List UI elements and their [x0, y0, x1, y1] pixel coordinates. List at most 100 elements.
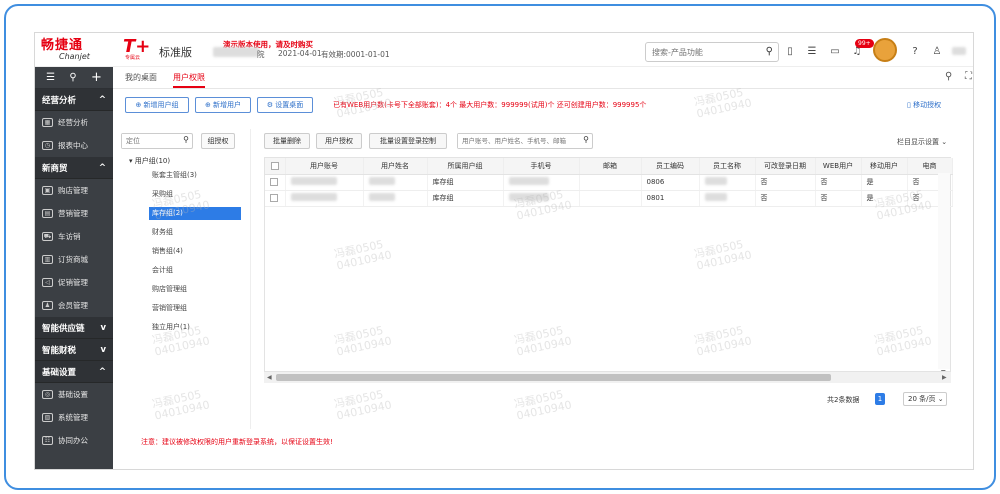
menu-icon: ♟	[42, 301, 53, 310]
sidebar-add-icon[interactable]: +	[91, 70, 102, 85]
table-row[interactable]: 库存组 0806 否否是否	[265, 174, 953, 191]
sidebar-item[interactable]: ▦ 经营分析	[35, 111, 113, 134]
set-desktop-button[interactable]: ⚙ 设置桌面	[257, 97, 313, 113]
task-list-icon[interactable]: ☰	[805, 45, 819, 59]
fullscreen-icon[interactable]: ⛶	[965, 71, 972, 82]
table-row[interactable]: 库存组 0801 否否是否	[265, 190, 953, 207]
tree-root[interactable]: ▾ 用户组(10)	[129, 156, 170, 166]
menu-icon: ⛟	[42, 232, 53, 241]
table-cell	[579, 174, 642, 191]
user-search-input[interactable]	[458, 134, 576, 148]
column-header[interactable]: 邮箱	[579, 158, 642, 175]
tab-user-permission[interactable]: 用户权限	[173, 72, 205, 88]
logo-en: Chanjet	[59, 52, 90, 61]
search-icon[interactable]: ⚲	[183, 135, 189, 144]
sidebar-item[interactable]: ▣ 购店管理	[35, 179, 113, 202]
sidebar-item[interactable]: ☷ 协同办公	[35, 429, 113, 452]
phone-icon[interactable]: ▯	[783, 45, 797, 59]
group-auth-button[interactable]: 组授权	[201, 133, 235, 149]
column-header[interactable]: WEB用户	[815, 158, 862, 175]
add-user-label: 新增用户	[213, 101, 242, 109]
sidebar-item[interactable]: ▧ 系统管理	[35, 406, 113, 429]
horizontal-scrollbar[interactable]: ◀ ▶	[264, 371, 951, 383]
sidebar-search-icon[interactable]: ⚲	[69, 72, 76, 83]
menu-toggle-icon[interactable]: ☰	[46, 72, 55, 83]
column-header[interactable]: 员工编码	[641, 158, 700, 175]
batch-login-control-button[interactable]: 批量设置登录控制	[369, 133, 447, 149]
tree-node[interactable]: 销售组(4)	[149, 245, 241, 258]
sidebar-item[interactable]: ◁ 促销管理	[35, 271, 113, 294]
vertical-scrollbar[interactable]: ▼	[938, 173, 950, 376]
sidebar-item-label: 基础设置	[58, 390, 88, 399]
select-all-checkbox[interactable]	[265, 158, 286, 175]
scroll-left-icon[interactable]: ◀	[267, 374, 272, 381]
tplus-mark: T+	[123, 36, 151, 57]
tree-node[interactable]: 购店管理组	[149, 283, 241, 296]
scroll-right-icon[interactable]: ▶	[942, 374, 947, 381]
search-icon[interactable]: ⚲	[583, 135, 589, 144]
chevron-icon: ^	[98, 94, 106, 105]
sidebar-section[interactable]: 基础设置 ^	[35, 361, 113, 383]
sidebar-section[interactable]: 经营分析 ^	[35, 89, 113, 111]
table-cell: 库存组	[427, 174, 504, 191]
tplus-logo: T+ 专属云	[123, 36, 157, 63]
search-icon[interactable]: ⚲	[766, 46, 773, 57]
tree-node[interactable]: 独立用户(1)	[149, 321, 241, 334]
sidebar-item[interactable]: ▥ 订货商城	[35, 248, 113, 271]
sidebar-item[interactable]: ◷ 报表中心	[35, 134, 113, 157]
tab-my-desktop[interactable]: 我的桌面	[125, 72, 157, 83]
redacted-cell	[699, 174, 756, 191]
sidebar-section[interactable]: 智能供应链 v	[35, 317, 113, 339]
group-search[interactable]: ⚲	[121, 133, 193, 149]
sidebar-section[interactable]: 智能财税 v	[35, 339, 113, 361]
row-checkbox[interactable]	[265, 174, 286, 191]
product-search[interactable]: ⚲	[645, 42, 779, 62]
column-settings[interactable]: 栏目显示设置 ⌄	[897, 137, 947, 147]
tree-node[interactable]: 账套主管组(3)	[149, 169, 241, 182]
page-size-select[interactable]: 20 条/页 ⌄	[903, 392, 947, 406]
sidebar-section[interactable]: 新商贸 ^	[35, 157, 113, 179]
column-header[interactable]: 员工名称	[699, 158, 756, 175]
column-header[interactable]: 用户姓名	[363, 158, 428, 175]
user-search[interactable]: ⚲	[457, 133, 593, 149]
redacted-cell	[285, 174, 364, 191]
sidebar-item[interactable]: ♟ 会员管理	[35, 294, 113, 317]
mobile-auth-link[interactable]: ▯ 移动授权	[907, 100, 941, 110]
table-cell: 否	[815, 190, 862, 207]
sidebar-item[interactable]: ⛟ 车访销	[35, 225, 113, 248]
row-checkbox[interactable]	[265, 190, 286, 207]
menu-icon: ▦	[42, 118, 53, 127]
monitor-icon[interactable]: ▭	[828, 45, 842, 59]
column-header[interactable]: 移动用户	[861, 158, 908, 175]
page-1-button[interactable]: 1	[875, 393, 885, 405]
tree-node[interactable]: 财务组	[149, 226, 241, 239]
set-desktop-label: 设置桌面	[275, 101, 304, 109]
column-header[interactable]: 手机号	[503, 158, 580, 175]
group-search-input[interactable]	[122, 134, 178, 148]
column-header[interactable]: 电商	[907, 158, 953, 175]
table-header: 用户账号 用户姓名 所属用户组 手机号 邮箱 员工编码 员工名称 可改登录日期 WEB用户 移动用…	[265, 158, 953, 175]
horizontal-scroll-thumb[interactable]	[276, 374, 831, 381]
help-icon[interactable]: ?	[908, 45, 922, 59]
column-header[interactable]: 可改登录日期	[755, 158, 816, 175]
user-name-redacted[interactable]	[952, 47, 966, 55]
tree-node[interactable]: 会计组	[149, 264, 241, 277]
user-icon[interactable]: ♙	[930, 45, 944, 59]
search-icon[interactable]: ⚲	[945, 71, 952, 82]
add-group-button[interactable]: ⊕ 新增用户组	[125, 97, 189, 113]
tree-node[interactable]: 采购组	[149, 188, 241, 201]
add-user-button[interactable]: ⊕ 新增用户	[195, 97, 251, 113]
column-header[interactable]: 所属用户组	[427, 158, 504, 175]
sidebar-item[interactable]: ◎ 基础设置	[35, 383, 113, 406]
user-auth-button[interactable]: 用户授权	[316, 133, 362, 149]
batch-delete-button[interactable]: 批量删除	[264, 133, 310, 149]
tree-node[interactable]: 库存组(2)	[149, 207, 241, 220]
customer-service-avatar[interactable]	[873, 38, 897, 62]
product-search-input[interactable]	[646, 43, 756, 61]
tree-node[interactable]: 营销管理组	[149, 302, 241, 315]
logo-cn: 畅捷通	[41, 38, 84, 53]
sidebar-tools: ☰ ⚲ +	[35, 67, 113, 89]
sidebar-section-label: 基础设置	[42, 367, 77, 378]
column-header[interactable]: 用户账号	[285, 158, 364, 175]
sidebar-item[interactable]: ▤ 营销管理	[35, 202, 113, 225]
